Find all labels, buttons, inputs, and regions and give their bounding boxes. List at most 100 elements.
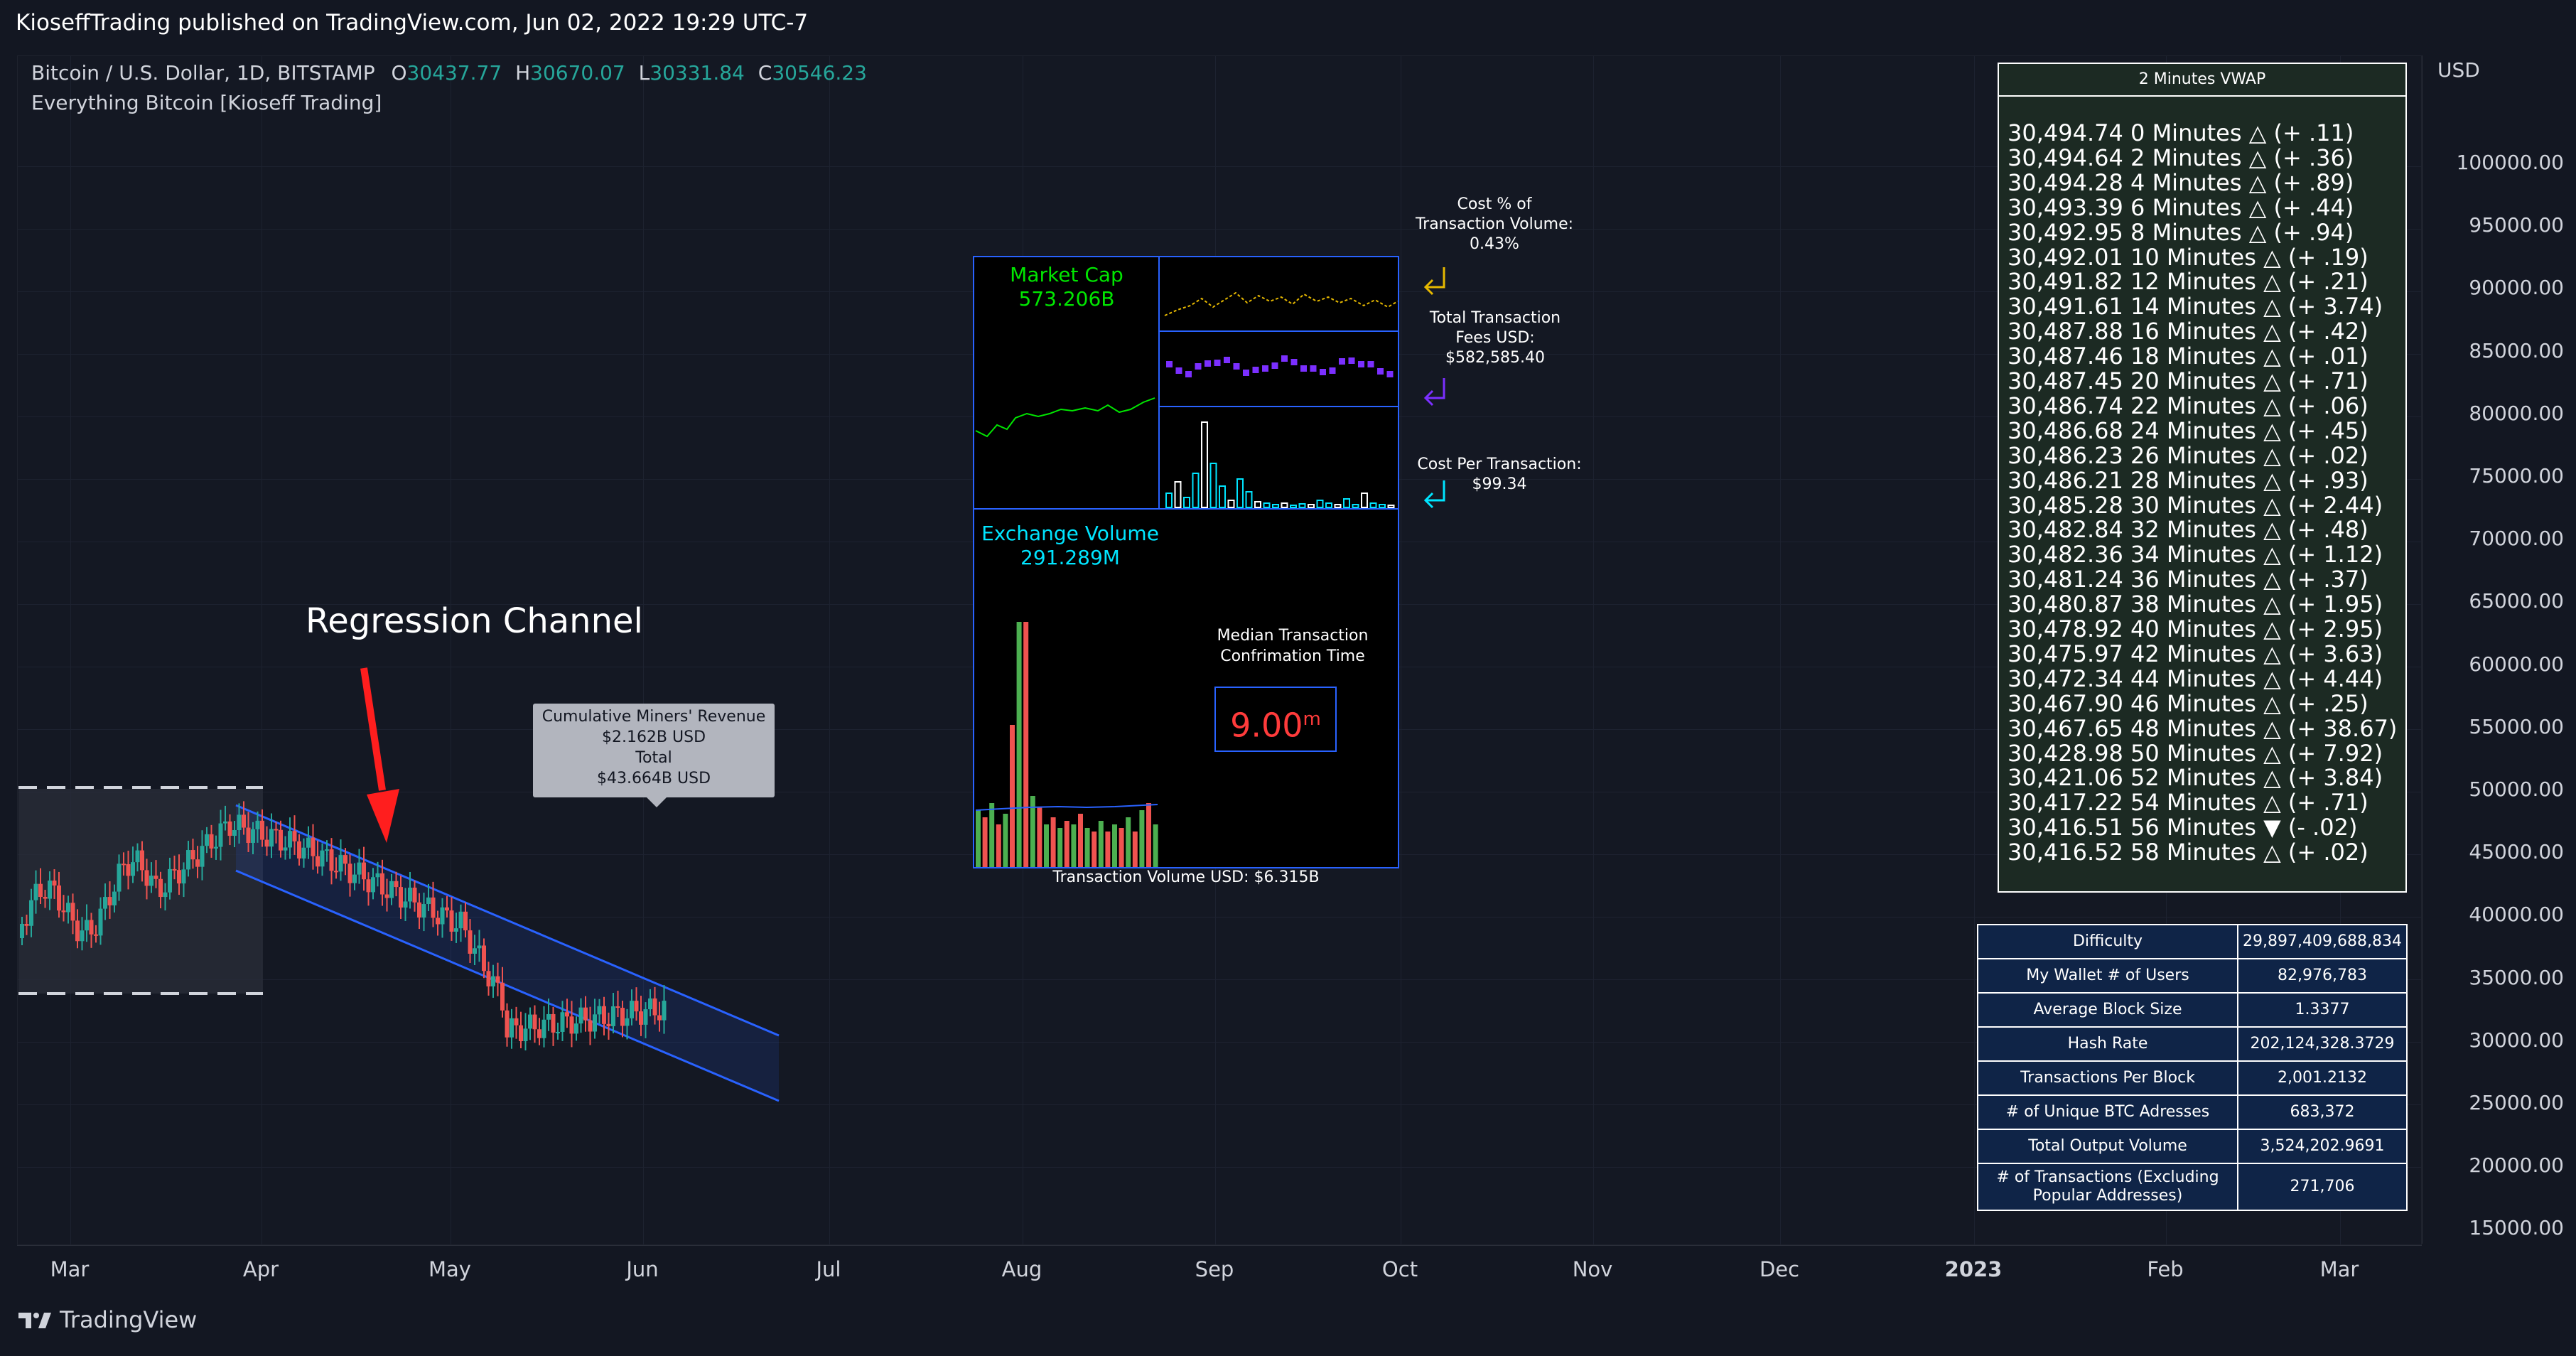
candle-body xyxy=(440,907,445,925)
candle-body xyxy=(514,1018,519,1026)
cost-per-tx-bar xyxy=(1192,473,1200,508)
candle-body xyxy=(126,863,131,876)
time-axis[interactable]: Mar Apr May Jun Jul Aug Sep Oct Nov Dec 2023 Feb Mar xyxy=(17,1245,2422,1291)
fees-marker xyxy=(1320,369,1326,375)
high-value: 30670.07 xyxy=(530,61,625,85)
fees-marker xyxy=(1281,355,1288,362)
candle-body xyxy=(163,892,168,898)
time-tick: Mar xyxy=(2319,1257,2359,1281)
low-label: L xyxy=(638,61,650,85)
exchange-volume-bar xyxy=(1146,803,1151,867)
vwap-row: 30,486.74 22 Minutes △ (+ .06) xyxy=(2008,392,2368,419)
candle-body xyxy=(38,883,43,898)
cost-per-tx-bar xyxy=(1254,501,1261,508)
network-stats-table: Difficulty 29,897,409,688,834 My Wallet # … xyxy=(1977,924,2408,1211)
tradingview-logo[interactable]: TradingView xyxy=(17,1306,197,1333)
cost-per-tx-bar xyxy=(1352,504,1359,508)
price-tick: 40000.00 xyxy=(2469,903,2564,927)
symbol-name: Bitcoin / U.S. Dollar, 1D, BITSTAMP xyxy=(31,61,375,85)
candle-body xyxy=(537,1029,541,1038)
exchange-volume-bar xyxy=(1119,828,1124,867)
time-tick: Oct xyxy=(1381,1257,1418,1281)
regression-lower-line xyxy=(235,869,780,1102)
candle-body xyxy=(657,1015,662,1021)
price-axis[interactable]: 100000.00 95000.00 90000.00 85000.00 80000.0… xyxy=(2422,55,2576,1244)
candle-body xyxy=(227,821,232,836)
cost-pct-line-2: Transaction Volume: xyxy=(1415,215,1574,233)
vwap-row: 30,492.95 8 Minutes △ (+ .94) xyxy=(2008,218,2354,246)
candle-body xyxy=(417,902,421,918)
candle-body xyxy=(532,1014,537,1030)
exchange-volume-bar xyxy=(1132,832,1138,867)
high-label: H xyxy=(515,61,531,85)
time-tick: Aug xyxy=(1001,1257,1042,1281)
candle-body xyxy=(352,874,357,883)
exchange-volume-bar xyxy=(1098,821,1104,867)
exchange-volume-bar xyxy=(982,817,988,867)
fees-marker xyxy=(1214,360,1221,366)
arrow-shaft xyxy=(360,667,386,791)
candle-body xyxy=(588,1020,593,1032)
candle-body xyxy=(232,829,237,836)
footer xyxy=(0,1293,2576,1356)
candle-body xyxy=(458,911,463,929)
stats-row: Transactions Per Block 2,001.2132 xyxy=(1977,1060,2408,1096)
candle-body xyxy=(569,1016,574,1034)
candle-body xyxy=(375,873,380,878)
price-tick: 70000.00 xyxy=(2469,527,2564,551)
time-tick: Nov xyxy=(1572,1257,1613,1281)
panel-drawings-svg xyxy=(973,256,1399,867)
candle-body xyxy=(153,876,158,879)
candle-body xyxy=(630,1001,634,1018)
candle-body xyxy=(158,878,163,898)
cost-pct-line xyxy=(1164,291,1399,316)
miners-line-2: $2.162B USD xyxy=(601,728,706,746)
arrow-head xyxy=(367,789,399,843)
candle-body xyxy=(316,856,320,867)
candle-body xyxy=(389,881,394,898)
vwap-row: 30,480.87 38 Minutes △ (+ 1.95) xyxy=(2008,591,2383,618)
symbol-legend[interactable]: Bitcoin / U.S. Dollar, 1D, BITSTAMP O304… xyxy=(31,61,867,85)
exchange-volume-avg-line xyxy=(975,804,1158,811)
candle-body xyxy=(107,897,112,905)
fees-marker xyxy=(1290,359,1298,365)
candle-body xyxy=(329,849,334,871)
cost-per-tx-bar xyxy=(1325,502,1332,508)
fees-marker xyxy=(1310,365,1317,372)
stats-key: Average Block Size xyxy=(1977,992,2238,1028)
candle-body xyxy=(615,1006,620,1008)
candle-body xyxy=(279,829,283,851)
time-tick: 2023 xyxy=(1944,1257,2003,1281)
low-value: 30331.84 xyxy=(650,61,745,85)
candle-body xyxy=(366,879,371,893)
candle-body xyxy=(482,945,486,972)
stats-row: # of Unique BTC Adresses 683,372 xyxy=(1977,1094,2408,1130)
candle-body xyxy=(89,920,94,935)
candle-body xyxy=(288,831,292,848)
candle-body xyxy=(431,897,436,918)
cost-per-tx-bar xyxy=(1219,485,1226,508)
candle-body xyxy=(357,862,362,875)
cost-per-tx-bar xyxy=(1245,491,1253,508)
exchange-volume-bar xyxy=(1037,807,1042,867)
vwap-row: 30,421.06 52 Minutes △ (+ 3.84) xyxy=(2008,764,2383,792)
candle-body xyxy=(436,918,440,925)
currency-label[interactable]: USD xyxy=(2437,58,2480,82)
transaction-volume-usd: Transaction Volume USD: $6.315B xyxy=(1052,868,1320,886)
candle-body xyxy=(546,1013,551,1020)
time-tick: Apr xyxy=(242,1257,279,1281)
price-tick: 45000.00 xyxy=(2469,840,2564,864)
cost-per-tx-bar xyxy=(1165,493,1173,508)
candle-body xyxy=(205,834,209,846)
indicator-legend[interactable]: Everything Bitcoin [Kioseff Trading] xyxy=(31,91,382,114)
cost-per-tx-bar xyxy=(1361,493,1368,508)
return-arrow-icon xyxy=(1423,267,1445,296)
vwap-row: 30,417.22 54 Minutes △ (+ .71) xyxy=(2008,789,2368,817)
candle-body xyxy=(426,897,431,905)
candle-body xyxy=(311,837,316,856)
exchange-volume-bar xyxy=(1023,622,1029,867)
cost-per-tx-bar xyxy=(1263,502,1271,508)
candle-body xyxy=(66,903,70,913)
exchange-volume-bar xyxy=(1105,832,1111,867)
candle-body xyxy=(574,1023,578,1034)
